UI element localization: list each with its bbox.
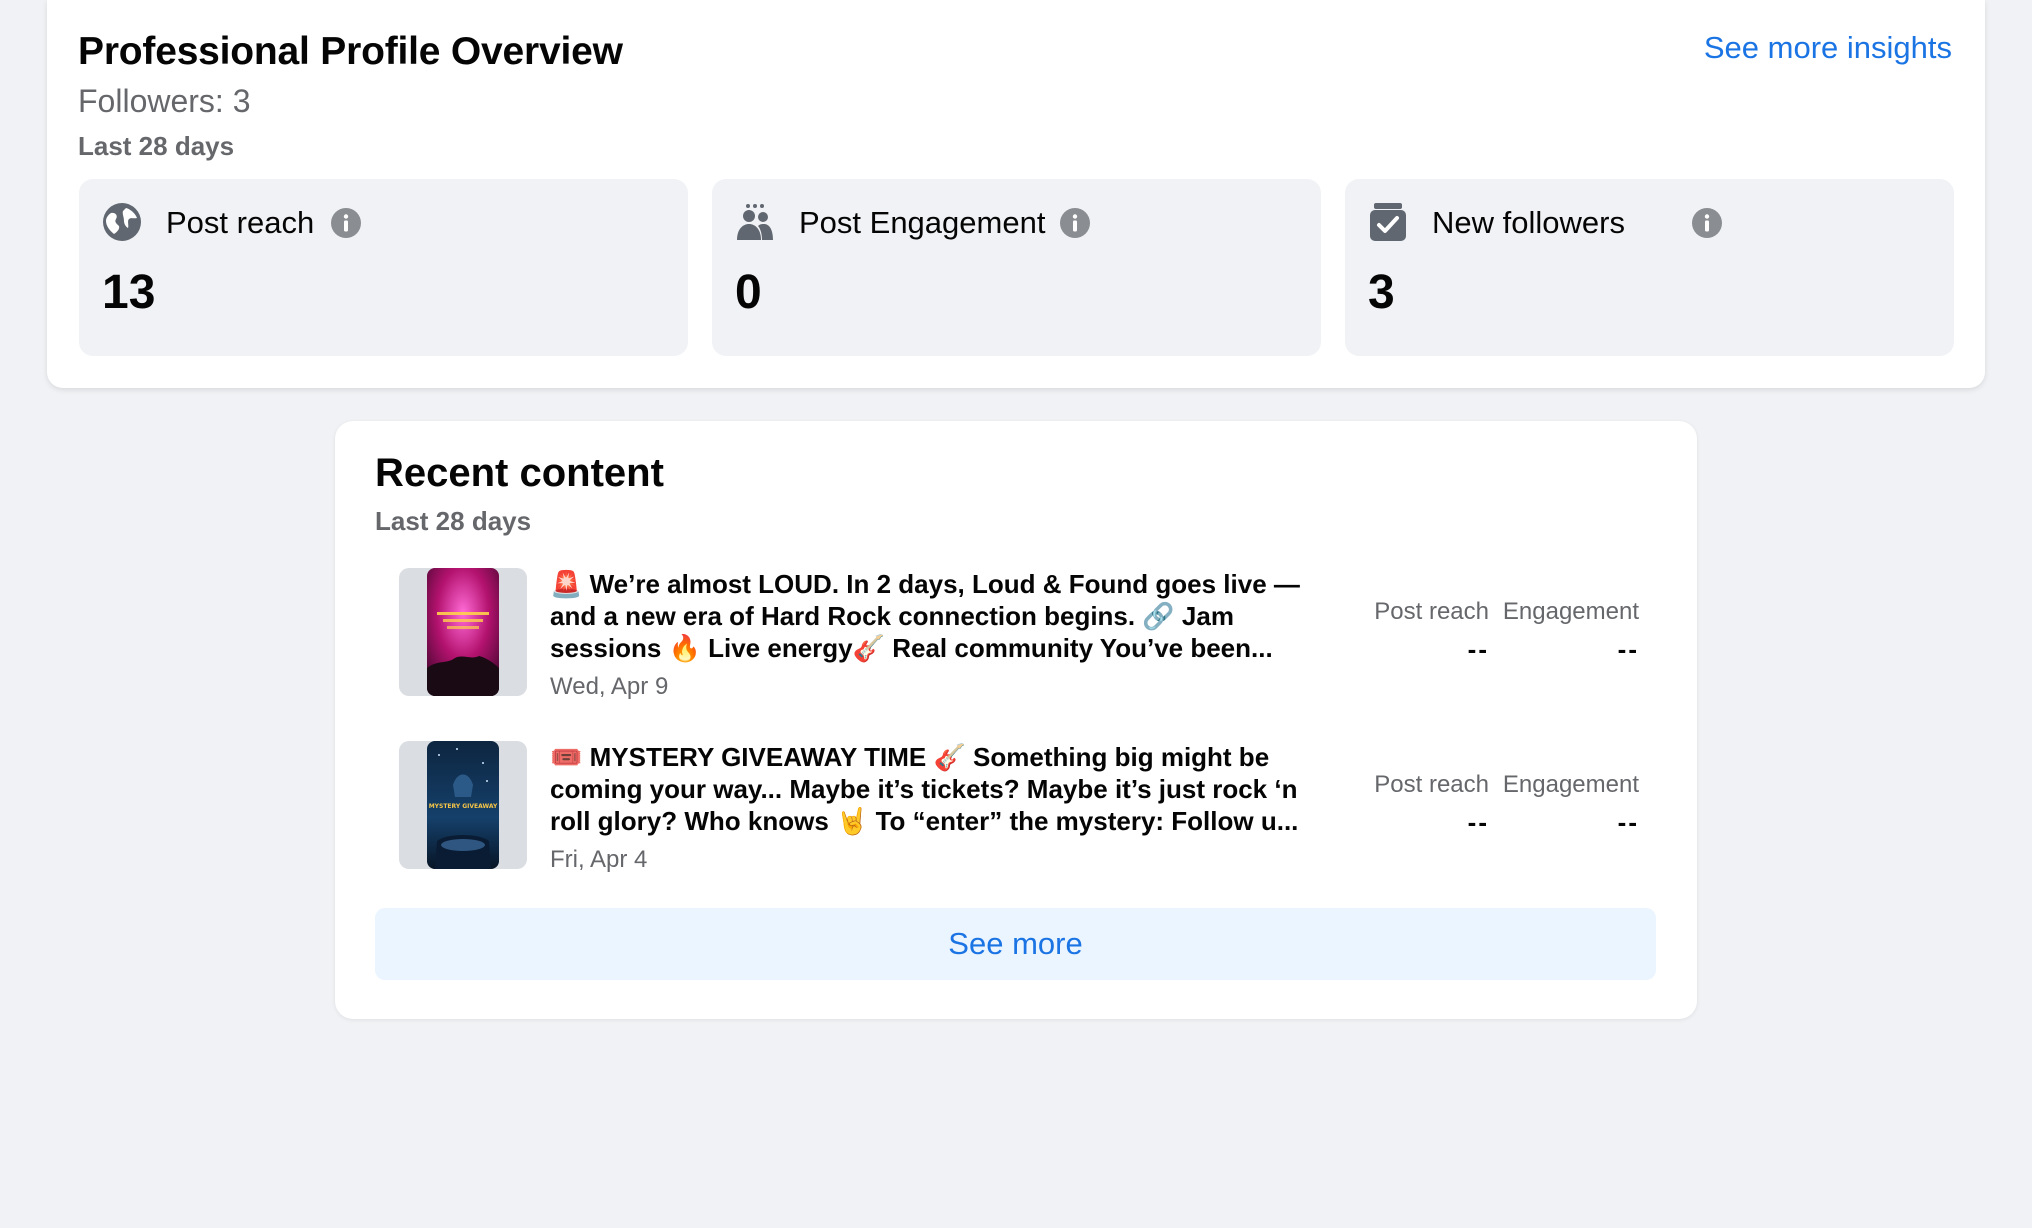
post-thumbnail[interactable]: [399, 568, 527, 696]
metric-value: 3: [1368, 266, 1395, 319]
post-caption[interactable]: 🎟️ MYSTERY GIVEAWAY TIME 🎸 Something big…: [550, 741, 1320, 837]
stat-value: --: [1617, 807, 1639, 837]
metric-tile-new-followers: New followers 3: [1345, 179, 1954, 356]
globe-icon: [103, 203, 141, 241]
recent-content-title: Recent content: [375, 451, 664, 495]
recent-content-period: Last 28 days: [375, 506, 532, 536]
post-date: Fri, Apr 4: [550, 846, 648, 873]
info-icon[interactable]: [1691, 207, 1723, 239]
metric-value: 13: [102, 266, 156, 319]
thumbnail-text: MYSTERY GIVEAWAY: [429, 803, 498, 810]
stat-label: Engagement: [1502, 598, 1639, 625]
metric-label: Post reach: [166, 205, 315, 240]
metric-label: Post Engagement: [799, 205, 1046, 240]
professional-profile-overview-card: Professional Profile Overview Followers:…: [47, 0, 1985, 388]
post-date: Wed, Apr 9: [550, 673, 669, 700]
metric-value: 0: [735, 266, 762, 319]
see-more-insights-link[interactable]: See more insights: [1704, 30, 1952, 66]
stat-label: Engagement: [1502, 771, 1639, 798]
post-row[interactable]: MYSTERY GIVEAWAY 🎟️ MYSTERY GIVEAWAY TIM…: [399, 741, 1669, 873]
recent-content-card: Recent content Last 28 days 🚨 We’re almo…: [335, 421, 1697, 1019]
concert-thumbnail-image: [427, 568, 499, 696]
post-thumbnail[interactable]: MYSTERY GIVEAWAY: [399, 741, 527, 869]
followers-badge-icon: [1370, 203, 1406, 241]
engagement-stat: Engagement --: [1459, 771, 1639, 838]
giveaway-thumbnail-image: MYSTERY GIVEAWAY: [427, 741, 499, 869]
see-more-button[interactable]: See more: [375, 908, 1656, 980]
post-row[interactable]: 🚨 We’re almost LOUD. In 2 days, Loud & F…: [399, 568, 1669, 700]
info-icon[interactable]: [330, 207, 362, 239]
info-icon[interactable]: [1059, 207, 1091, 239]
stat-value: --: [1617, 634, 1639, 664]
metric-tile-post-engagement: Post Engagement 0: [712, 179, 1321, 356]
metric-label: New followers: [1432, 205, 1625, 240]
people-icon: [737, 204, 773, 240]
overview-period: Last 28 days: [78, 131, 235, 161]
followers-count: Followers: 3: [78, 83, 251, 119]
overview-title: Professional Profile Overview: [78, 30, 623, 73]
engagement-stat: Engagement --: [1459, 598, 1639, 665]
post-caption[interactable]: 🚨 We’re almost LOUD. In 2 days, Loud & F…: [550, 568, 1320, 664]
metric-tile-post-reach: Post reach 13: [79, 179, 688, 356]
